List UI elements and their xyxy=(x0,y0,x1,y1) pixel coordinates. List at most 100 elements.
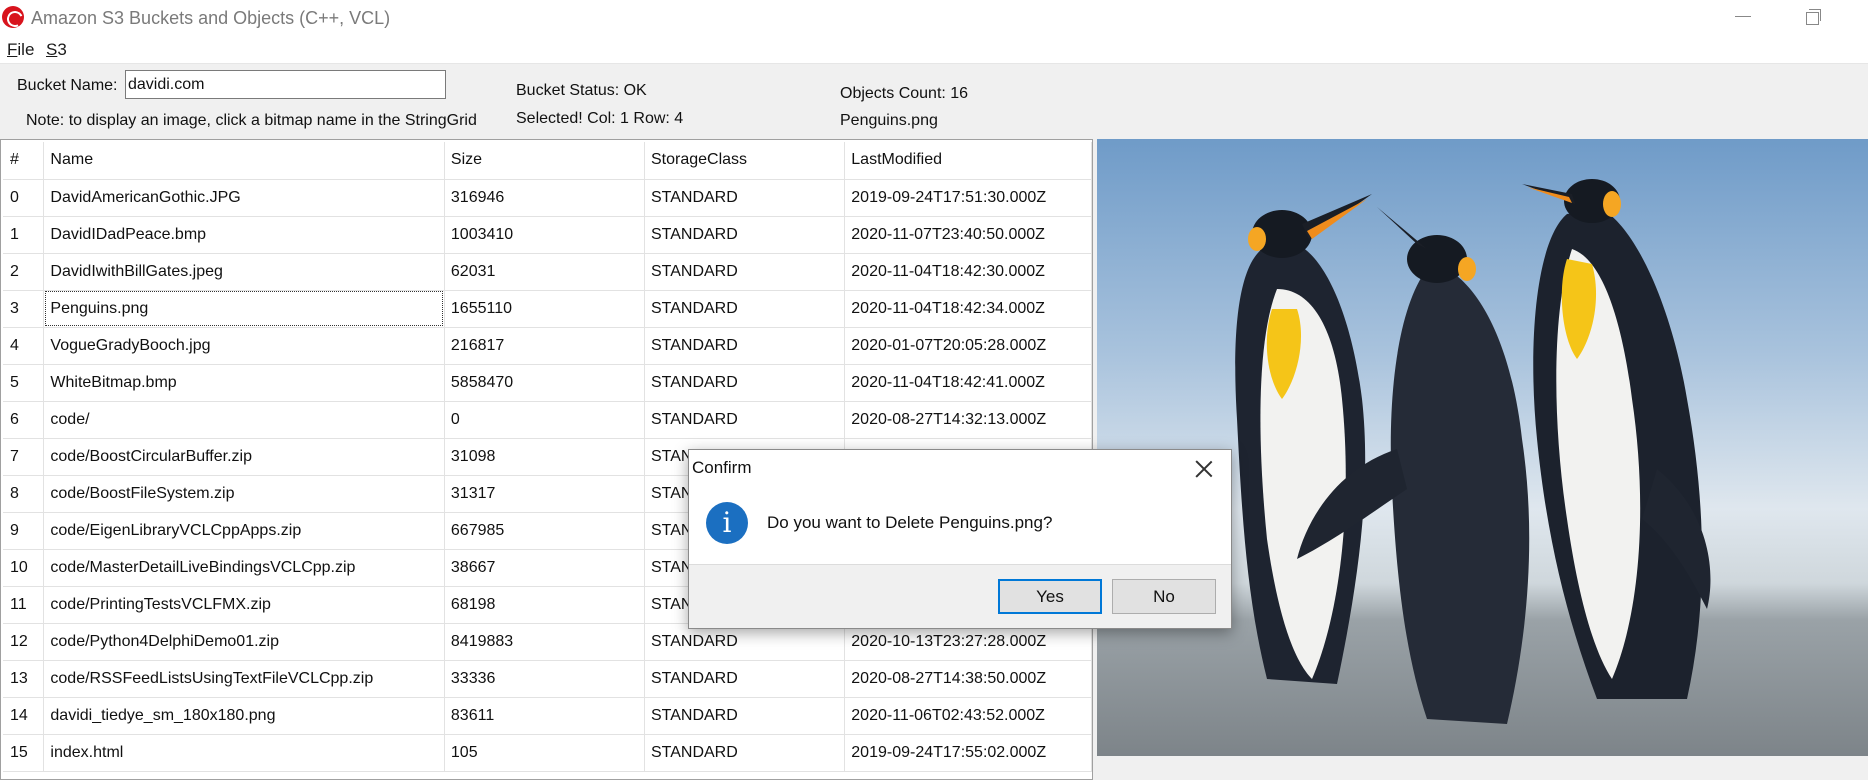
table-cell[interactable]: 0 xyxy=(444,401,645,439)
table-row[interactable]: 4 VogueGradyBooch.jpg 216817 STANDARD 2020-0… xyxy=(3,327,1092,365)
table-cell[interactable]: WhiteBitmap.bmp xyxy=(43,364,445,402)
table-cell[interactable]: 10 xyxy=(3,549,45,587)
table-cell[interactable]: 2020-11-04T18:42:41.000Z xyxy=(844,364,1092,402)
table-cell[interactable]: DavidAmericanGothic.JPG xyxy=(43,179,445,217)
table-cell[interactable]: 1003410 xyxy=(444,216,645,254)
table-cell[interactable]: 9 xyxy=(3,512,45,550)
table-cell[interactable]: code/Python4DelphiDemo01.zip xyxy=(43,623,445,661)
table-cell[interactable]: 2020-11-07T23:40:50.000Z xyxy=(844,216,1092,254)
minimize-button[interactable] xyxy=(1720,0,1766,36)
table-cell[interactable]: 1655110 xyxy=(444,290,645,328)
table-cell[interactable]: 667985 xyxy=(444,512,645,550)
table-row[interactable]: 6 code/0 STANDARD 2020-08-27T14:32:13.000Z xyxy=(3,401,1092,439)
table-cell[interactable]: 6 xyxy=(3,401,45,439)
bucket-name-input[interactable] xyxy=(125,70,446,99)
table-cell[interactable]: DavidIwithBillGates.jpeg xyxy=(43,253,445,291)
table-cell[interactable]: 216817 xyxy=(444,327,645,365)
table-cell[interactable]: 5858470 xyxy=(444,364,645,402)
table-cell[interactable]: 2020-08-27T14:38:50.000Z xyxy=(844,660,1092,698)
table-cell[interactable]: 7 xyxy=(3,438,45,476)
table-cell[interactable]: index.html xyxy=(43,734,445,772)
table-cell[interactable]: STANDARD xyxy=(644,179,846,217)
table-cell[interactable]: code/BoostFileSystem.zip xyxy=(43,475,445,513)
menu-s3[interactable]: S3 xyxy=(46,40,67,60)
table-row[interactable]: 3 Penguins.png 1655110 STANDARD 2020-11-04T1… xyxy=(3,290,1092,328)
dialog-message: Do you want to Delete Penguins.png? xyxy=(767,513,1053,532)
table-row[interactable]: 0 DavidAmericanGothic.JPG 316946 STANDARD 20… xyxy=(3,179,1092,217)
table-row[interactable]: 13 code/RSSFeedListsUsingTextFileVCLCpp.z… xyxy=(3,660,1092,698)
table-cell[interactable]: 2020-01-07T20:05:28.000Z xyxy=(844,327,1092,365)
table-cell[interactable]: DavidIDadPeace.bmp xyxy=(43,216,445,254)
table-cell[interactable]: 38667 xyxy=(444,549,645,587)
table-row[interactable]: 15 index.html 105 STANDARD 2019-09-24T17:55:… xyxy=(3,734,1092,772)
table-cell[interactable]: 15 xyxy=(3,734,45,772)
confirm-dialog: Confirm i Do you want to Delete Penguins… xyxy=(688,449,1232,629)
table-cell[interactable]: 2020-11-04T18:42:30.000Z xyxy=(844,253,1092,291)
table-cell[interactable]: 13 xyxy=(3,660,45,698)
table-cell[interactable]: 83611 xyxy=(444,697,645,735)
table-row[interactable]: 2 DavidIwithBillGates.jpeg 62031 STANDARD 20… xyxy=(3,253,1092,291)
table-cell[interactable]: 5 xyxy=(3,364,45,402)
table-row[interactable]: 14 davidi_tiedye_sm_180x180.png 83611 STAND… xyxy=(3,697,1092,735)
table-cell[interactable]: 8419883 xyxy=(444,623,645,661)
table-cell[interactable]: STANDARD xyxy=(644,734,846,772)
table-cell[interactable]: 62031 xyxy=(444,253,645,291)
table-cell[interactable]: Penguins.png xyxy=(43,290,445,328)
table-cell[interactable]: code/PrintingTestsVCLFMX.zip xyxy=(43,586,445,624)
table-cell[interactable]: VogueGradyBooch.jpg xyxy=(43,327,445,365)
table-cell[interactable]: STANDARD xyxy=(644,660,846,698)
table-cell[interactable]: 3 xyxy=(3,290,45,328)
table-cell[interactable]: code/ xyxy=(43,401,445,439)
table-cell[interactable]: 8 xyxy=(3,475,45,513)
table-cell[interactable]: 2020-08-27T14:32:13.000Z xyxy=(844,401,1092,439)
table-cell[interactable]: STANDARD xyxy=(644,697,846,735)
table-cell[interactable]: 14 xyxy=(3,697,45,735)
yes-button[interactable]: Yes xyxy=(998,579,1102,614)
table-cell[interactable]: 11 xyxy=(3,586,45,624)
note-label: Note: to display an image, click a bitma… xyxy=(26,112,477,129)
penguins-image xyxy=(1097,139,1868,756)
table-header-row: # Name Size StorageClass LastModified xyxy=(3,142,1092,180)
close-icon[interactable] xyxy=(1193,458,1215,480)
table-cell[interactable]: 12 xyxy=(3,623,45,661)
table-row[interactable]: 5 WhiteBitmap.bmp 5858470 STANDARD 2020-11-0… xyxy=(3,364,1092,402)
table-cell[interactable]: davidi_tiedye_sm_180x180.png xyxy=(43,697,445,735)
table-cell[interactable]: 1 xyxy=(3,216,45,254)
table-cell[interactable]: STANDARD xyxy=(644,401,846,439)
table-cell[interactable]: 2 xyxy=(3,253,45,291)
table-cell[interactable]: STANDARD xyxy=(644,327,846,365)
table-cell[interactable]: 0 xyxy=(3,179,45,217)
column-header[interactable]: StorageClass xyxy=(644,142,846,180)
table-cell[interactable]: STANDARD xyxy=(644,216,846,254)
window-title: Amazon S3 Buckets and Objects (C++, VCL) xyxy=(31,8,391,28)
table-cell[interactable]: 2020-11-04T18:42:34.000Z xyxy=(844,290,1092,328)
table-cell[interactable]: 31098 xyxy=(444,438,645,476)
table-cell[interactable]: 2020-11-06T02:43:52.000Z xyxy=(844,697,1092,735)
table-cell[interactable]: code/EigenLibraryVCLCppApps.zip xyxy=(43,512,445,550)
menu-file[interactable]: File xyxy=(7,40,34,60)
table-cell[interactable]: 4 xyxy=(3,327,45,365)
table-cell[interactable]: 2019-09-24T17:51:30.000Z xyxy=(844,179,1092,217)
table-cell[interactable]: code/RSSFeedListsUsingTextFileVCLCpp.zip xyxy=(43,660,445,698)
table-row[interactable]: 1 DavidIDadPeace.bmp 1003410 STANDARD 2020-1… xyxy=(3,216,1092,254)
table-cell[interactable]: code/BoostCircularBuffer.zip xyxy=(43,438,445,476)
table-cell[interactable]: STANDARD xyxy=(644,364,846,402)
table-cell[interactable]: STANDARD xyxy=(644,290,846,328)
table-cell[interactable]: 68198 xyxy=(444,586,645,624)
selected-cell-label: Selected! Col: 1 Row: 4 xyxy=(516,110,684,127)
column-header[interactable]: # xyxy=(3,142,45,180)
table-cell[interactable]: 31317 xyxy=(444,475,645,513)
column-header[interactable]: LastModified xyxy=(844,142,1092,180)
no-button[interactable]: No xyxy=(1112,579,1216,614)
restore-button[interactable] xyxy=(1790,0,1836,36)
column-header[interactable]: Name xyxy=(43,142,445,180)
table-cell[interactable]: code/MasterDetailLiveBindingsVCLCpp.zip xyxy=(43,549,445,587)
table-cell[interactable]: STANDARD xyxy=(644,253,846,291)
table-cell[interactable]: 105 xyxy=(444,734,645,772)
table-cell[interactable]: 316946 xyxy=(444,179,645,217)
column-header[interactable]: Size xyxy=(444,142,645,180)
table-cell[interactable]: 33336 xyxy=(444,660,645,698)
title-bar: Amazon S3 Buckets and Objects (C++, VCL) xyxy=(0,0,1868,36)
table-cell[interactable]: 2019-09-24T17:55:02.000Z xyxy=(844,734,1092,772)
info-icon: i xyxy=(706,502,748,544)
